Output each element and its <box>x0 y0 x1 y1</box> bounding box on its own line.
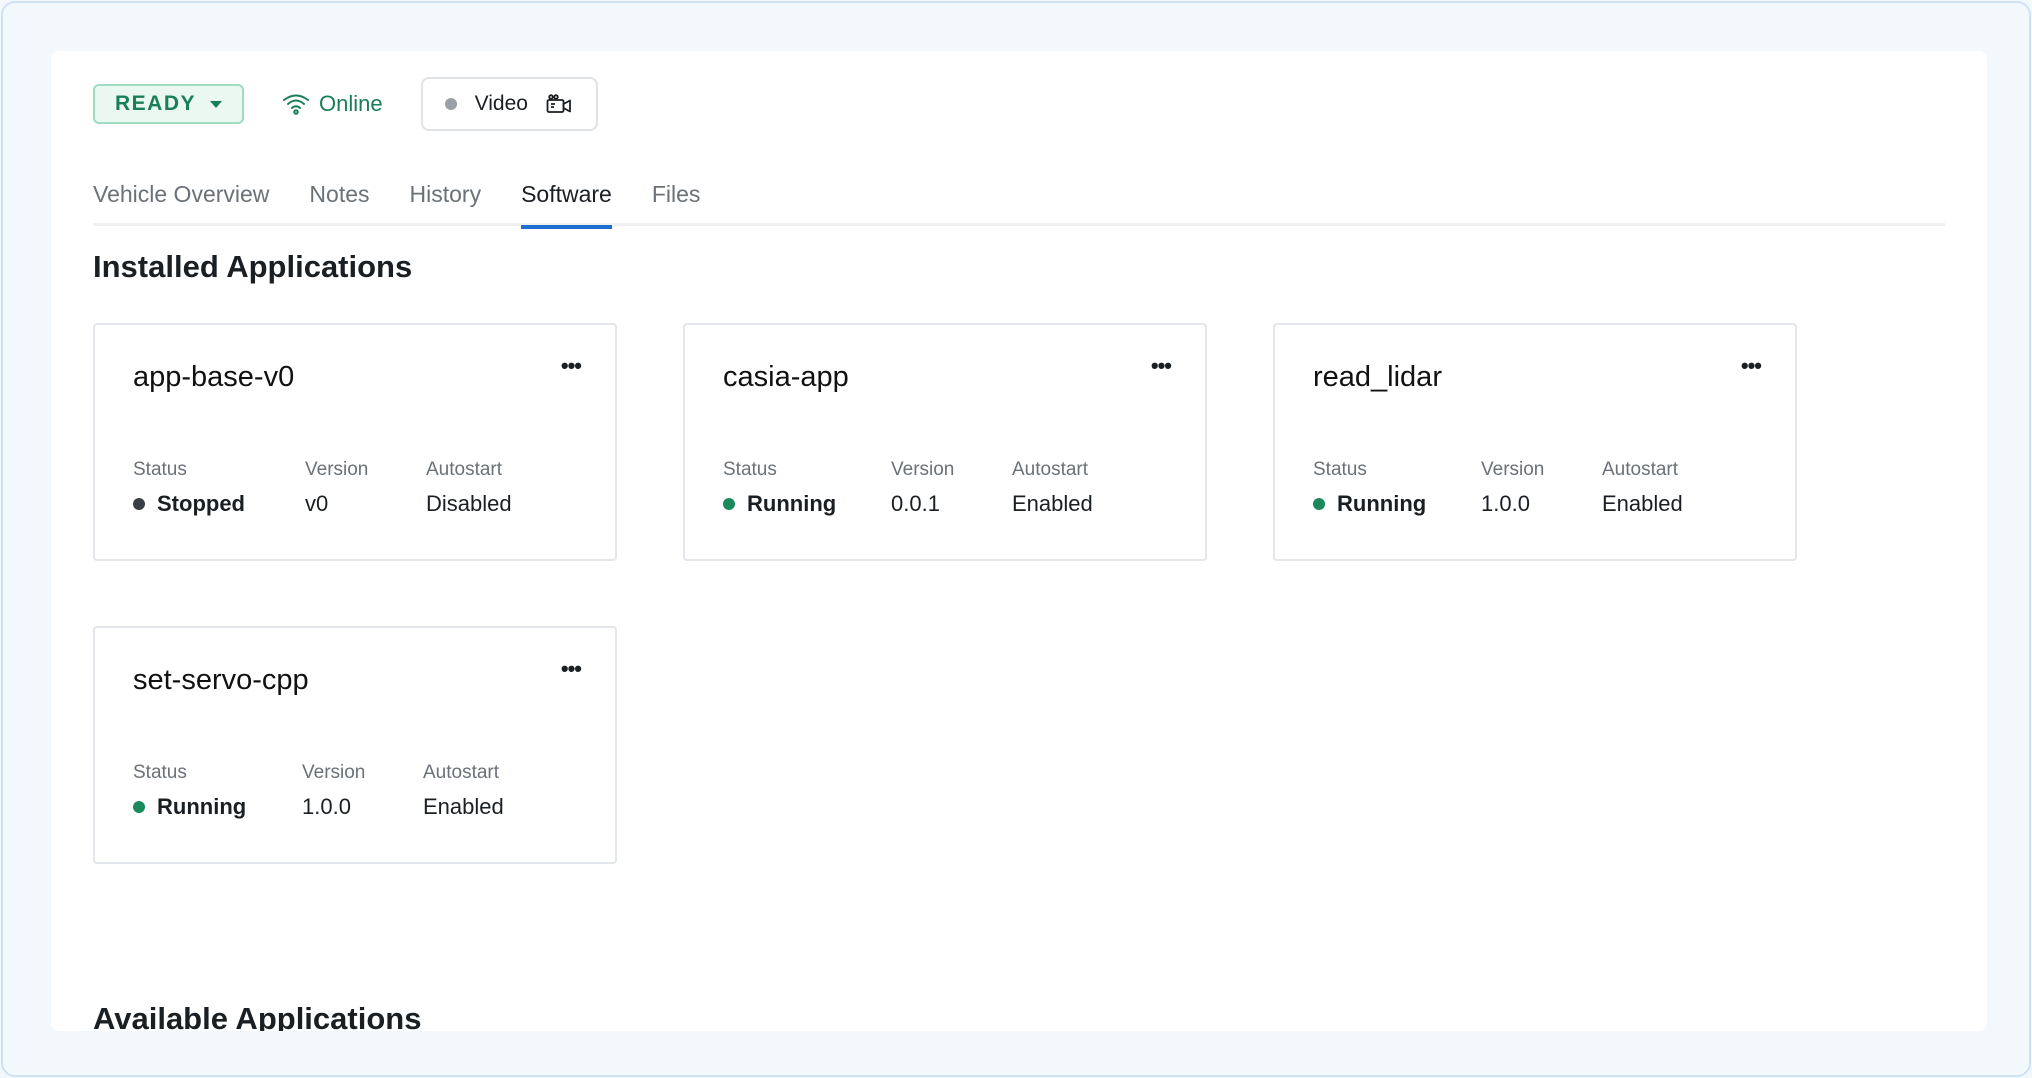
app-card: app-base-v0 ••• Status Stopped Version v… <box>93 323 617 561</box>
app-name: casia-app <box>723 361 849 393</box>
app-details: Status Running Version 1.0.0 Autostart E… <box>1313 459 1683 517</box>
app-details: Status Stopped Version v0 Autostart Disa… <box>133 459 512 517</box>
status-field: Status Running <box>723 459 891 517</box>
autostart-field: Autostart Enabled <box>1012 459 1093 517</box>
version-label: Version <box>305 459 369 480</box>
status-value: Running <box>133 794 302 820</box>
version-field: Version 1.0.0 <box>1481 459 1602 517</box>
version-label: Version <box>1481 459 1545 480</box>
autostart-label: Autostart <box>426 459 503 480</box>
app-card: read_lidar ••• Status Running Version 1.… <box>1273 323 1797 561</box>
installed-applications-heading: Installed Applications <box>93 249 413 284</box>
autostart-value: Enabled <box>1602 491 1683 516</box>
available-applications-heading: Available Applications <box>93 1001 422 1031</box>
status-field: Status Stopped <box>133 459 305 517</box>
tab-notes[interactable]: Notes <box>309 171 369 226</box>
autostart-label: Autostart <box>423 762 500 783</box>
version-value: 1.0.0 <box>1481 491 1530 516</box>
tab-history[interactable]: History <box>410 171 482 226</box>
more-horizontal-icon[interactable]: ••• <box>561 658 582 680</box>
caret-down-icon <box>210 100 223 108</box>
status-value: Stopped <box>133 491 305 517</box>
tab-files[interactable]: Files <box>652 171 701 226</box>
tab-bar: Vehicle Overview Notes History Software … <box>93 171 1945 229</box>
version-label: Version <box>302 762 366 783</box>
autostart-label: Autostart <box>1012 459 1089 480</box>
status-text: Running <box>157 794 247 819</box>
app-name: set-servo-cpp <box>133 664 309 696</box>
vehicle-panel: READY Online Video Vehicle Overview Note… <box>51 51 1987 1031</box>
status-dot-icon <box>723 498 735 510</box>
status-text: Stopped <box>157 491 245 516</box>
app-card: casia-app ••• Status Running Version 0.0… <box>683 323 1207 561</box>
video-button[interactable]: Video <box>420 77 598 131</box>
more-horizontal-icon[interactable]: ••• <box>561 355 582 377</box>
version-field: Version v0 <box>305 459 426 517</box>
autostart-value: Disabled <box>426 491 512 516</box>
status-dot-icon <box>444 98 457 110</box>
version-value: v0 <box>305 491 329 516</box>
video-label: Video <box>474 92 528 115</box>
tab-vehicle-overview[interactable]: Vehicle Overview <box>93 171 269 226</box>
autostart-value: Enabled <box>1012 491 1093 516</box>
state-label: READY <box>115 92 197 115</box>
wifi-icon <box>283 94 310 115</box>
status-label: Status <box>1313 459 1367 480</box>
autostart-field: Autostart Enabled <box>1602 459 1683 517</box>
status-dot-icon <box>133 801 145 813</box>
autostart-field: Autostart Disabled <box>426 459 512 517</box>
version-value: 1.0.0 <box>302 794 351 819</box>
status-text: Running <box>747 491 837 516</box>
app-name: app-base-v0 <box>133 361 295 393</box>
status-label: Status <box>133 762 187 783</box>
autostart-value: Enabled <box>423 794 504 819</box>
version-field: Version 1.0.0 <box>302 762 423 820</box>
video-camera-icon <box>546 94 571 113</box>
more-horizontal-icon[interactable]: ••• <box>1151 355 1172 377</box>
vehicle-toolbar: READY Online Video <box>93 77 598 131</box>
more-horizontal-icon[interactable]: ••• <box>1741 355 1762 377</box>
connection-status: Online <box>282 91 383 117</box>
status-dot-icon <box>1313 498 1325 510</box>
status-label: Status <box>133 459 187 480</box>
version-value: 0.0.1 <box>891 491 940 516</box>
autostart-label: Autostart <box>1602 459 1679 480</box>
status-field: Status Running <box>1313 459 1481 517</box>
app-frame: READY Online Video Vehicle Overview Note… <box>1 1 2031 1077</box>
status-label: Status <box>723 459 777 480</box>
status-field: Status Running <box>133 762 302 820</box>
status-value: Running <box>1313 491 1481 517</box>
status-dot-icon <box>133 498 145 510</box>
version-field: Version 0.0.1 <box>891 459 1012 517</box>
connection-label: Online <box>319 91 383 116</box>
app-name: read_lidar <box>1313 361 1442 393</box>
app-details: Status Running Version 1.0.0 Autostart E… <box>133 762 504 820</box>
version-label: Version <box>891 459 955 480</box>
state-dropdown-button[interactable]: READY <box>93 84 245 124</box>
app-card: set-servo-cpp ••• Status Running Version… <box>93 626 617 864</box>
app-details: Status Running Version 0.0.1 Autostart E… <box>723 459 1093 517</box>
autostart-field: Autostart Enabled <box>423 762 504 820</box>
status-text: Running <box>1337 491 1427 516</box>
status-value: Running <box>723 491 891 517</box>
tab-software[interactable]: Software <box>521 171 612 229</box>
